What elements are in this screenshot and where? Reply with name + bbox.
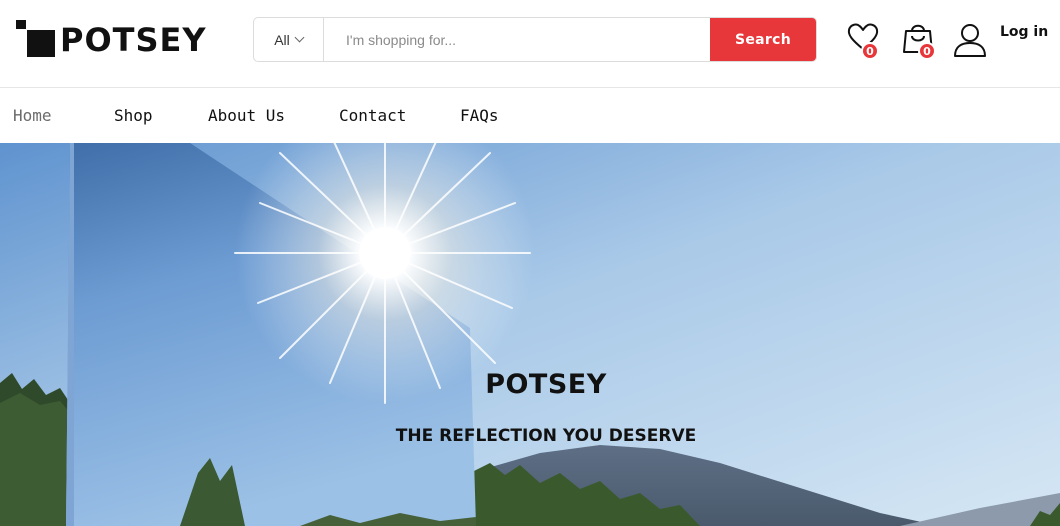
hero-banner: POTSEY THE REFLECTION YOU DESERVE — [0, 143, 1060, 526]
user-icon — [954, 24, 986, 57]
nav-item-home[interactable]: Home — [13, 106, 52, 125]
search-category-value: All — [274, 31, 290, 48]
hero-subtitle: THE REFLECTION YOU DESERVE — [395, 426, 697, 446]
hero-title: POTSEY — [485, 369, 607, 400]
cart-button[interactable]: 0 — [900, 20, 942, 62]
search-input[interactable] — [324, 18, 710, 61]
hero-image — [0, 143, 1060, 526]
brand-name: POTSEY — [60, 21, 207, 59]
logo-mark-icon — [16, 20, 56, 60]
main-nav: Home Shop About Us Contact FAQs — [0, 89, 1060, 143]
account-button[interactable] — [952, 22, 988, 60]
cart-count-badge: 0 — [918, 42, 936, 60]
nav-item-about-us[interactable]: About Us — [208, 106, 285, 125]
search-category-select[interactable]: All — [254, 18, 324, 61]
search-bar: All Search — [253, 17, 817, 62]
nav-item-shop[interactable]: Shop — [114, 106, 153, 125]
wishlist-count-badge: 0 — [861, 42, 879, 60]
nav-item-faqs[interactable]: FAQs — [460, 106, 499, 125]
site-header: POTSEY All Search 0 0 Log in — [0, 0, 1060, 88]
chevron-down-icon — [294, 32, 305, 43]
nav-item-contact[interactable]: Contact — [339, 106, 406, 125]
login-link[interactable]: Log in — [1000, 24, 1048, 40]
wishlist-button[interactable]: 0 — [846, 20, 886, 62]
search-button[interactable]: Search — [710, 18, 816, 61]
brand-logo[interactable]: POTSEY — [16, 20, 207, 60]
